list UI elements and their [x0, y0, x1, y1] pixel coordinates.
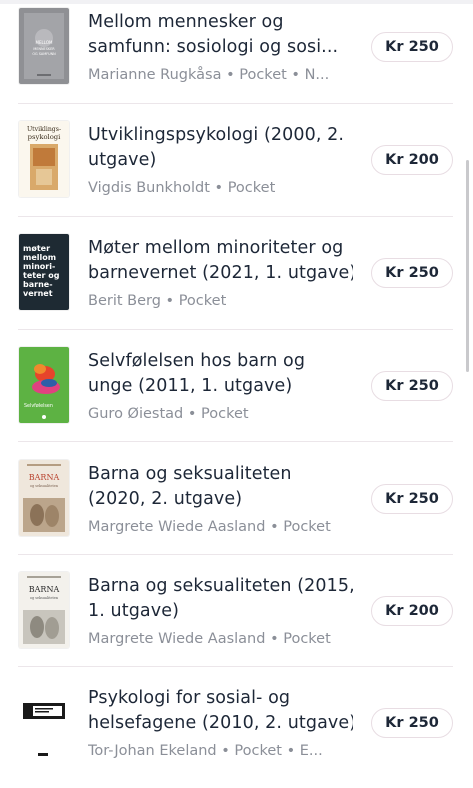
book-meta: Margrete Wiede Aasland • Pocket	[88, 519, 331, 535]
price-button[interactable]: Kr 250	[371, 708, 453, 738]
cover-text: psykologi	[28, 133, 62, 141]
book-title[interactable]: Utviklingspsykologi (2000, 2. utgave)	[88, 123, 353, 173]
list-item[interactable]: BARNA og seksualiteten Barna og seksuali…	[0, 564, 463, 676]
book-title[interactable]: Møter mellom minoriteter og barnevernet …	[88, 236, 353, 286]
price-button[interactable]: Kr 250	[371, 484, 453, 514]
price-button[interactable]: Kr 200	[371, 596, 453, 626]
book-cover-image[interactable]	[19, 684, 69, 760]
cover-text: møter	[23, 244, 50, 253]
list-item[interactable]: BARNA og seksualiteten Barna og seksuali…	[0, 452, 463, 564]
book-meta: Guro Øiestad • Pocket	[88, 406, 249, 422]
cover-art-psykologi-for-sosial	[19, 684, 69, 760]
book-meta: Marianne Rugkåsa • Pocket • N...	[88, 67, 330, 83]
book-title[interactable]: Barna og seksualiteten (2020, 2. utgave)	[88, 462, 353, 512]
cover-art-barna-og-seksualiteten-2015: BARNA og seksualiteten	[19, 572, 69, 648]
divider	[18, 666, 453, 667]
cover-text: MELLOM	[36, 40, 53, 45]
cover-text: og seksualiteten	[30, 596, 59, 600]
book-title-line: (2020, 2. utgave)	[88, 489, 243, 509]
list-item[interactable]: Utviklings- psykologi Utviklingspsykolog…	[0, 113, 463, 225]
book-title-line: Selvfølelsen hos barn og	[88, 351, 306, 371]
price-button[interactable]: Kr 250	[371, 32, 453, 62]
price-button[interactable]: Kr 250	[371, 258, 453, 288]
book-title[interactable]: Psykologi for sosial- og helsefagene (20…	[88, 686, 353, 736]
cover-art-mellom-mennesker: MELLOM MENNESKER OG SAMFUNN	[19, 8, 69, 84]
book-title[interactable]: Barna og seksualiteten (2015, 1. utgave)	[88, 574, 353, 624]
cover-text: Selvfølelsen	[24, 403, 53, 409]
cover-text: vernet	[23, 289, 53, 298]
book-meta: Margrete Wiede Aasland • Pocket	[88, 631, 331, 647]
cover-text: BARNA	[29, 585, 60, 594]
book-meta: Tor-Johan Ekeland • Pocket • E...	[88, 743, 323, 759]
cover-text: Utviklings-	[27, 126, 61, 133]
book-title-line: Barna og seksualiteten (2015,	[88, 576, 353, 596]
cover-text: minori-	[23, 262, 55, 271]
book-meta: Berit Berg • Pocket	[88, 293, 227, 309]
book-cover-image[interactable]: BARNA og seksualiteten	[19, 572, 69, 648]
book-title-line: Psykologi for sosial- og	[88, 688, 291, 708]
divider	[18, 329, 453, 330]
list-item[interactable]: møter mellom minori- teter og barne- ver…	[0, 226, 463, 338]
price-button[interactable]: Kr 250	[371, 371, 453, 401]
scrollbar[interactable]	[466, 160, 469, 372]
cover-text: teter og	[23, 271, 60, 280]
book-title-line: helsefagene (2010, 2. utgave)	[88, 713, 353, 733]
book-title-line: samfunn: sosiologi og sosi...	[88, 37, 339, 57]
cover-text: barne-	[23, 280, 53, 289]
book-title[interactable]: Mellom mennesker og samfunn: sosiologi o…	[88, 10, 353, 60]
cover-art-utviklingspsykologi: Utviklings- psykologi	[19, 121, 69, 197]
book-cover-image[interactable]: BARNA og seksualiteten	[19, 460, 69, 536]
book-title-line: Mellom mennesker og	[88, 12, 284, 32]
cover-art-selvfolelsen: Selvfølelsen	[19, 347, 69, 423]
book-title-line: unge (2011, 1. utgave)	[88, 376, 293, 396]
book-title-line: Utviklingspsykologi (2000, 2.	[88, 125, 345, 145]
price-button[interactable]: Kr 200	[371, 145, 453, 175]
book-title-line: barnevernet (2021, 1. utgave)	[88, 263, 353, 283]
cover-text: MENNESKER	[33, 47, 55, 51]
book-title-line: Møter mellom minoriteter og	[88, 238, 344, 258]
book-cover-image[interactable]: møter mellom minori- teter og barne- ver…	[19, 234, 69, 310]
list-item[interactable]: MELLOM MENNESKER OG SAMFUNN Mellom menne…	[0, 0, 463, 112]
divider	[18, 554, 453, 555]
cover-text: og seksualiteten	[30, 484, 59, 488]
divider	[18, 103, 453, 104]
cover-art-moter-mellom-minoriteter: møter mellom minori- teter og barne- ver…	[19, 234, 69, 310]
cover-text: mellom	[23, 253, 56, 262]
cover-text: BARNA	[29, 473, 60, 482]
cover-text: OG SAMFUNN	[32, 52, 56, 56]
book-cover-image[interactable]: Selvfølelsen	[19, 347, 69, 423]
cover-art-barna-og-seksualiteten-2020: BARNA og seksualiteten	[19, 460, 69, 536]
book-cover-image[interactable]: Utviklings- psykologi	[19, 121, 69, 197]
book-title-line: utgave)	[88, 150, 157, 170]
book-cover-image[interactable]: MELLOM MENNESKER OG SAMFUNN	[19, 8, 69, 84]
book-title[interactable]: Selvfølelsen hos barn og unge (2011, 1. …	[88, 349, 353, 399]
book-title-line: Barna og seksualiteten	[88, 464, 292, 484]
list-item[interactable]: Selvfølelsen Selvfølelsen hos barn og un…	[0, 339, 463, 451]
divider	[18, 441, 453, 442]
book-meta: Vigdis Bunkholdt • Pocket	[88, 180, 276, 196]
list-item[interactable]: Psykologi for sosial- og helsefagene (20…	[0, 676, 463, 788]
divider	[18, 216, 453, 217]
book-title-line: 1. utgave)	[88, 601, 179, 621]
